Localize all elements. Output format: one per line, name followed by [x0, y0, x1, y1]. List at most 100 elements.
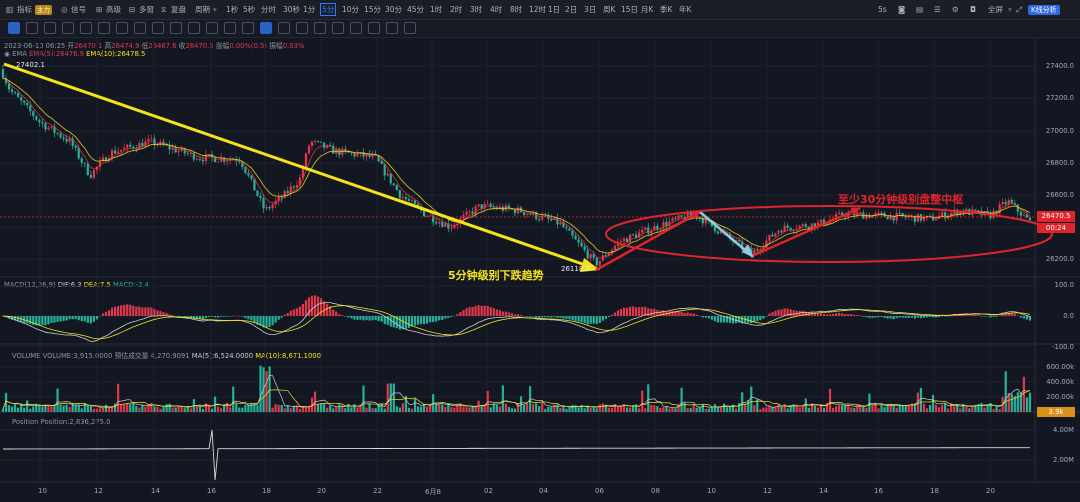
- candle-body: [1025, 214, 1029, 218]
- candle-body: [583, 246, 586, 251]
- volume-bar: [516, 403, 520, 412]
- downtrend-annotation: 5分钟级别下跌趋势: [448, 269, 544, 282]
- volume-bar: [622, 403, 626, 412]
- volume-bar: [29, 408, 32, 412]
- volume-bar: [610, 407, 614, 412]
- macd-bar: [226, 316, 229, 317]
- time-axis-label: 6月8: [425, 488, 441, 496]
- volume-bar: [138, 407, 141, 412]
- volume-bar: [374, 408, 377, 412]
- macd-bar: [759, 316, 762, 321]
- volume-bar: [332, 408, 335, 412]
- volume-bar: [738, 403, 741, 412]
- macd-bar: [347, 316, 350, 318]
- volume-bar: [168, 403, 171, 412]
- volume-bar: [786, 408, 789, 412]
- volume-bar: [453, 407, 456, 412]
- volume-bar: [816, 407, 820, 412]
- candle-body: [604, 255, 607, 257]
- macd-axis-label: 100.0: [1054, 281, 1074, 289]
- candle-body: [804, 224, 807, 227]
- volume-bar: [583, 408, 586, 412]
- candle-body: [671, 218, 674, 222]
- candle-body: [422, 210, 426, 217]
- macd-bar: [468, 307, 471, 316]
- volume-bar: [419, 406, 423, 412]
- volume-bar: [14, 403, 17, 412]
- consolidation-ellipse: [605, 205, 1053, 263]
- macd-bar: [98, 316, 102, 317]
- candle-body: [550, 218, 553, 221]
- macd-bar: [616, 310, 620, 316]
- volume-bar: [144, 406, 147, 412]
- volume-axis-label: 600.00k: [1046, 363, 1074, 371]
- macd-bar: [426, 316, 429, 324]
- macd-bar: [444, 316, 447, 319]
- volume-bar: [32, 406, 35, 412]
- candle-body: [313, 140, 317, 142]
- macd-bar: [928, 316, 932, 317]
- candle-body: [35, 116, 38, 120]
- candle-body: [713, 226, 717, 232]
- macd-bar: [332, 309, 335, 316]
- macd-bar: [625, 307, 629, 316]
- candle-body: [819, 219, 823, 223]
- volume-bar: [695, 407, 698, 412]
- candle-body: [83, 162, 86, 164]
- macd-bar: [619, 308, 623, 316]
- volume-bar: [383, 408, 386, 412]
- volume-bar: [901, 405, 904, 412]
- volume-bar: [686, 408, 689, 412]
- candle-body: [186, 153, 189, 155]
- volume-bar: [210, 408, 214, 412]
- candle-body: [10, 89, 14, 93]
- macd-bar: [41, 316, 44, 326]
- macd-bar: [44, 316, 47, 326]
- macd-bar: [583, 316, 586, 324]
- candle-body: [1007, 200, 1010, 205]
- volume-bar: [753, 405, 756, 412]
- macd-bar: [892, 316, 895, 320]
- candle-body: [319, 141, 323, 143]
- volume-bar: [7, 405, 11, 412]
- kline-chart[interactable]: [0, 0, 1080, 502]
- macd-bar: [535, 316, 538, 318]
- candle-body: [674, 218, 677, 219]
- candle-body: [295, 185, 298, 188]
- macd-bar: [62, 316, 65, 321]
- volume-bar: [592, 406, 595, 412]
- macd-bar: [274, 316, 277, 323]
- volume-bar: [80, 408, 83, 412]
- macd-bar: [853, 314, 856, 316]
- macd-bar: [53, 316, 56, 323]
- candle-body: [568, 228, 571, 231]
- macd-bar: [553, 316, 556, 318]
- macd-bar: [728, 316, 732, 323]
- candle-body: [20, 97, 23, 101]
- macd-bar: [419, 316, 423, 325]
- macd-bar: [677, 311, 680, 316]
- volume-bar: [189, 408, 192, 412]
- volume-bar: [407, 407, 411, 412]
- macd-bar: [1022, 316, 1026, 319]
- volume-bar: [220, 408, 223, 412]
- volume-bar: [889, 403, 892, 412]
- volume-bar: [759, 408, 762, 412]
- macd-bar: [344, 316, 347, 317]
- macd-bar: [271, 316, 274, 326]
- macd-bar: [335, 311, 338, 316]
- volume-bar: [959, 408, 962, 412]
- volume-bar: [765, 407, 768, 412]
- candle-body: [244, 167, 247, 173]
- candle-body: [17, 93, 20, 98]
- macd-bar: [474, 305, 477, 316]
- macd-bar: [435, 316, 438, 322]
- macd-bar: [113, 306, 117, 316]
- macd-bar: [941, 315, 944, 317]
- macd-bar: [877, 316, 880, 318]
- macd-bar: [913, 316, 916, 319]
- volume-bar: [532, 404, 535, 412]
- candle-body: [516, 207, 520, 214]
- candle-body: [392, 183, 395, 186]
- macd-bar: [1019, 316, 1022, 318]
